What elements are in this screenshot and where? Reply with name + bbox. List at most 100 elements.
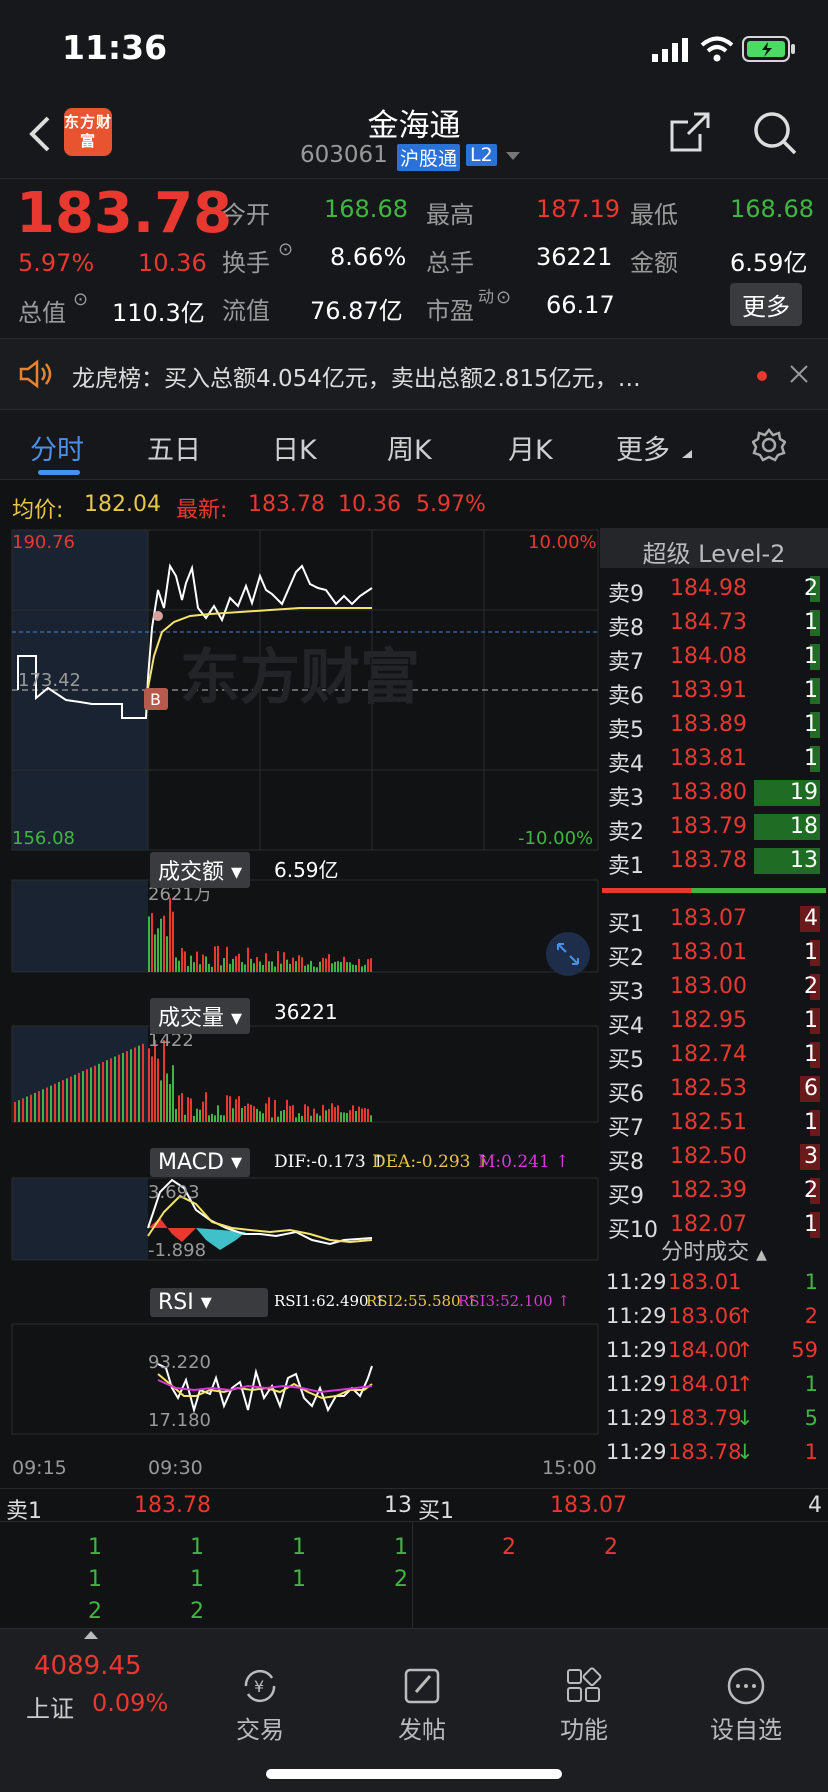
bid-row[interactable]: 买3 183.00 2 [600, 970, 828, 1005]
tick-row: 11:29 183.79 ↓ 5 [600, 1404, 828, 1438]
macd-dropdown-label: MACD [158, 1150, 224, 1175]
search-icon[interactable] [752, 110, 798, 156]
sell-queue-item: 1 [190, 1567, 204, 1592]
ask-row[interactable]: 卖7 184.08 1 [600, 640, 828, 675]
volume-bar [358, 958, 360, 972]
close-icon[interactable] [790, 365, 808, 383]
ask-price: 184.98 [670, 576, 747, 601]
volume-bar [259, 1111, 261, 1122]
volume-dropdown[interactable]: 成交量 ▾ [150, 998, 251, 1034]
premarket-volume-bar [66, 1078, 68, 1122]
tick-arrow: ↑ [736, 1338, 754, 1362]
volume-bar [295, 1117, 297, 1122]
volume-bar [370, 1115, 372, 1122]
ask-row[interactable]: 卖3 183.80 19 [600, 776, 828, 811]
tab-daily[interactable]: 日K [272, 428, 317, 467]
ask-row[interactable]: 卖8 184.73 1 [600, 606, 828, 641]
volume-bar [271, 961, 273, 972]
volume-bar [166, 1073, 168, 1122]
ask-row[interactable]: 卖4 183.81 1 [600, 742, 828, 777]
ask-row[interactable]: 卖5 183.89 1 [600, 708, 828, 743]
time-close: 15:00 [542, 1457, 597, 1479]
bid-row[interactable]: 买1 183.07 4 [600, 902, 828, 937]
volume-bar [238, 1096, 240, 1122]
ask-row[interactable]: 卖1 183.78 13 [600, 844, 828, 879]
index-name: 上证 [26, 1695, 74, 1723]
premarket-volume-bar [122, 1052, 124, 1122]
ask-row[interactable]: 卖6 183.91 1 [600, 674, 828, 709]
premarket-volume-bar [114, 1056, 116, 1122]
more-button[interactable]: 更多 [730, 283, 802, 326]
time-open: 09:30 [148, 1457, 203, 1479]
bid-row[interactable]: 买8 182.50 3 [600, 1140, 828, 1175]
volume-bar [301, 1115, 303, 1122]
post-tab[interactable]: 发帖 [362, 1668, 482, 1745]
index-value[interactable]: 4089.45 [34, 1651, 142, 1681]
trade-tab[interactable]: ¥ 交易 [200, 1669, 320, 1745]
ask-row[interactable]: 卖2 183.79 18 [600, 810, 828, 845]
info-icon[interactable]: ⊙ [73, 289, 88, 310]
volume-bar [325, 1110, 327, 1122]
volume-bar [190, 955, 192, 972]
watchlist-tab[interactable]: 设自选 [686, 1667, 806, 1745]
volume-bar [346, 962, 348, 972]
volume-bar [196, 951, 198, 972]
ask-level: 卖8 [608, 616, 644, 641]
share-icon[interactable] [668, 110, 712, 154]
tab-intraday[interactable]: 分时 [30, 428, 84, 467]
buy-queue-item: 2 [502, 1535, 516, 1560]
level2-title: 超级 Level-2 [600, 528, 828, 568]
ask-volume: 1 [804, 678, 818, 703]
intraday-chart[interactable]: 东方财富 B 190.76 156.08 173.42 10.00% -10.0… [0, 528, 600, 1488]
bid-row[interactable]: 买4 182.95 1 [600, 1004, 828, 1039]
ask-volume: 1 [804, 712, 818, 737]
tick-time: 11:29 [606, 1372, 667, 1396]
bid-row[interactable]: 买2 183.01 1 [600, 936, 828, 971]
ask-price: 183.81 [670, 746, 747, 771]
tick-price: 183.79 [668, 1406, 742, 1430]
info-icon[interactable]: ⊙ [278, 239, 293, 260]
settings-gear-icon[interactable] [752, 428, 786, 462]
caret-down-icon[interactable] [506, 152, 520, 162]
volume-bar [265, 1103, 267, 1122]
volume-bar [160, 1080, 162, 1122]
volume-bar [349, 1110, 351, 1122]
notice-bar[interactable]: 龙虎榜：买入总额4.054亿元，卖出总额2.815亿元，… [0, 338, 828, 410]
rsi3: RSI3:52.100 ↑ [458, 1292, 570, 1310]
macd-dropdown[interactable]: MACD ▾ [150, 1148, 250, 1177]
sell-queue-item: 1 [88, 1567, 102, 1592]
index-pct: 0.09% [92, 1689, 169, 1717]
tab-weekly[interactable]: 周K [387, 428, 432, 467]
bid-row[interactable]: 买5 182.74 1 [600, 1038, 828, 1073]
ask-price: 184.08 [670, 644, 747, 669]
premarket-volume-bar [30, 1094, 32, 1122]
tab-more[interactable]: 更多 [616, 428, 670, 467]
volume-bar [262, 1113, 264, 1122]
volume-bar [199, 964, 201, 972]
period-tabs: 分时 五日 日K 周K 月K 更多 [0, 410, 828, 480]
tick-volume: 5 [804, 1406, 818, 1430]
volume-bar [367, 959, 369, 972]
bid-level: 买8 [608, 1150, 644, 1175]
bid-row[interactable]: 买6 182.53 6 [600, 1072, 828, 1107]
volume-bar [343, 1112, 345, 1122]
amount-dropdown[interactable]: 成交额 ▾ [150, 852, 251, 888]
info-icon[interactable]: ⊙ [496, 287, 511, 308]
bid-row[interactable]: 买7 182.51 1 [600, 1106, 828, 1141]
premarket-volume-bar [50, 1085, 52, 1122]
bid-row[interactable]: 买9 182.39 2 [600, 1174, 828, 1209]
tab-monthly[interactable]: 月K [508, 428, 553, 467]
volume-bar [304, 1104, 306, 1122]
volume-bar [214, 1115, 216, 1122]
rsi-dropdown[interactable]: RSI ▾ [150, 1288, 268, 1317]
tick-price: 184.01 [668, 1372, 742, 1396]
tab-5day[interactable]: 五日 [147, 428, 201, 467]
volume-bar [292, 957, 294, 972]
volume-bar [154, 934, 156, 972]
ask-row[interactable]: 卖9 184.98 2 [600, 572, 828, 607]
volume-bar [325, 958, 327, 972]
volume-bar [184, 1114, 186, 1122]
bid-level: 买4 [608, 1014, 644, 1039]
function-tab[interactable]: 功能 [524, 1667, 644, 1745]
volume-bar [367, 1109, 369, 1122]
